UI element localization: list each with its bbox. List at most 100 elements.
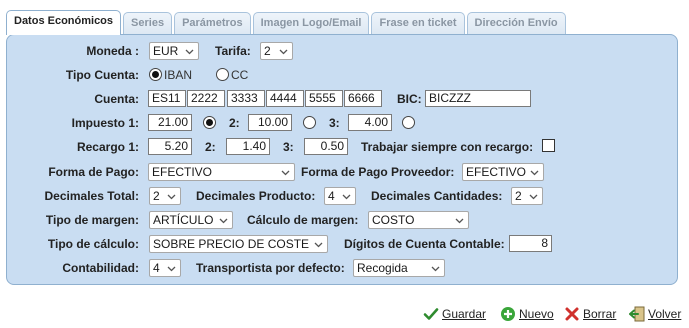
tipo-calculo-value: SOBRE PRECIO DE COSTE [153,237,310,251]
chevron-down-icon [530,170,539,176]
iban-radio[interactable] [149,68,162,81]
contabilidad-label: Contabilidad: [62,261,139,275]
recargo-2-input[interactable]: 1.40 [226,138,270,155]
decimales-total-value: 2 [153,189,160,203]
guardar-button[interactable]: Guardar [423,306,486,322]
guardar-label: Guardar [442,307,487,321]
tipo-calculo-select[interactable]: SOBRE PRECIO DE COSTE [149,235,328,253]
cuenta-part-1[interactable]: ES11 [148,90,186,107]
tab-parametros[interactable]: Parámetros [174,12,251,34]
decimales-producto-select[interactable]: 4 [324,187,356,205]
impuesto-2-label: 2: [229,116,240,130]
impuesto-1-radio[interactable] [203,116,216,129]
chevron-down-icon [185,49,194,55]
tipo-calculo-label: Tipo de cálculo: [47,237,139,251]
recargo-siempre-checkbox[interactable] [542,139,555,152]
tipo-margen-label: Tipo de margen: [45,213,139,227]
cuenta-part-4[interactable]: 4444 [266,90,304,107]
recargo-2-label: 2: [205,140,216,154]
chevron-down-icon [167,194,176,200]
tarifa-label: Tarifa: [215,44,251,58]
moneda-select[interactable]: EUR [149,42,199,60]
digitos-cuenta-label: Dígitos de Cuenta Contable: [344,237,505,251]
chevron-down-icon [455,218,464,224]
decimales-total-label: Decimales Total: [44,189,139,203]
recargo-3-label: 3: [283,140,294,154]
forma-pago-label: Forma de Pago: [48,165,139,179]
chevron-down-icon [281,170,290,176]
digitos-cuenta-input[interactable]: 8 [509,235,552,252]
forma-pago-value: EFECTIVO [152,165,213,179]
forma-pago-proveedor-select[interactable]: EFECTIVO [462,163,544,181]
borrar-button[interactable]: Borrar [564,306,616,322]
volver-label: Volver [648,307,682,321]
cc-label: CC [231,68,249,82]
cuenta-part-3[interactable]: 3333 [227,90,265,107]
iban-label: IBAN [164,68,193,82]
datos-economicos-panel: Moneda : EUR Tarifa: 2 Tipo Cuenta: IBAN… [6,34,678,285]
recargo-label: Recargo 1: [76,140,139,154]
decimales-cantidades-label: Decimales Cantidades: [371,189,503,203]
forma-pago-proveedor-value: EFECTIVO [466,165,527,179]
impuesto-3-input[interactable]: 4.00 [348,114,392,131]
transportista-label: Transportista por defecto: [196,261,345,275]
bic-label: BIC: [397,92,422,106]
decimales-total-select[interactable]: 2 [149,187,181,205]
chevron-down-icon [314,242,323,248]
recargo-siempre-label: Trabajar siempre con recargo: [361,140,534,154]
chevron-down-icon [219,218,228,224]
calculo-margen-label: Cálculo de margen: [247,213,359,227]
tab-frase-en-ticket[interactable]: Frase en ticket [371,12,465,34]
transportista-value: Recogida [357,261,408,275]
contabilidad-value: 4 [153,261,160,275]
decimales-producto-value: 4 [328,189,335,203]
tab-direccion-envio[interactable]: Dirección Envío [466,12,566,34]
back-arrow-icon [629,306,645,322]
forma-pago-select[interactable]: EFECTIVO [148,163,295,181]
impuesto-3-label: 3: [329,116,340,130]
tab-series[interactable]: Series [123,12,173,34]
borrar-label: Borrar [583,307,617,321]
chevron-down-icon [431,266,440,272]
volver-button[interactable]: Volver [629,306,681,322]
tab-datos-economicos[interactable]: Datos Económicos [6,10,122,35]
tarifa-value: 2 [264,44,271,58]
decimales-producto-label: Decimales Producto: [196,189,316,203]
cuenta-part-5[interactable]: 5555 [305,90,343,107]
impuesto-2-radio[interactable] [303,116,316,129]
bic-input[interactable]: BICZZZ [425,90,531,107]
delete-x-icon [565,307,579,321]
chevron-down-icon [342,194,351,200]
chevron-down-icon [167,266,176,272]
forma-pago-proveedor-label: Forma de Pago Proveedor: [301,165,455,179]
tipo-cuenta-label: Tipo Cuenta: [65,68,139,82]
cuenta-label: Cuenta: [94,92,139,106]
impuesto-2-input[interactable]: 10.00 [248,114,292,131]
transportista-select[interactable]: Recogida [353,259,445,277]
tarifa-select[interactable]: 2 [260,42,293,60]
chevron-down-icon [279,49,288,55]
decimales-cantidades-value: 2 [515,189,522,203]
cc-radio[interactable] [216,68,229,81]
recargo-1-input[interactable]: 5.20 [148,138,192,155]
contabilidad-select[interactable]: 4 [149,259,181,277]
cuenta-part-6[interactable]: 6666 [344,90,382,107]
calculo-margen-value: COSTO [372,213,415,227]
add-circle-icon [501,307,515,321]
impuesto-3-radio[interactable] [402,116,415,129]
recargo-3-input[interactable]: 0.50 [304,138,348,155]
calculo-margen-select[interactable]: COSTO [368,211,469,229]
chevron-down-icon [529,194,538,200]
moneda-label: Moneda : [86,44,139,58]
moneda-value: EUR [153,44,179,58]
nuevo-label: Nuevo [519,307,554,321]
decimales-cantidades-select[interactable]: 2 [511,187,543,205]
tab-bar: Datos Económicos Series Parámetros Image… [6,10,568,35]
nuevo-button[interactable]: Nuevo [500,306,554,322]
tipo-margen-select[interactable]: ARTÍCULO [149,211,233,229]
tipo-margen-value: ARTÍCULO [153,213,214,227]
impuesto-1-input[interactable]: 21.00 [148,114,192,131]
tab-imagen-logo-email[interactable]: Imagen Logo/Email [252,12,370,34]
impuesto-label: Impuesto 1: [71,116,139,130]
cuenta-part-2[interactable]: 2222 [187,90,225,107]
